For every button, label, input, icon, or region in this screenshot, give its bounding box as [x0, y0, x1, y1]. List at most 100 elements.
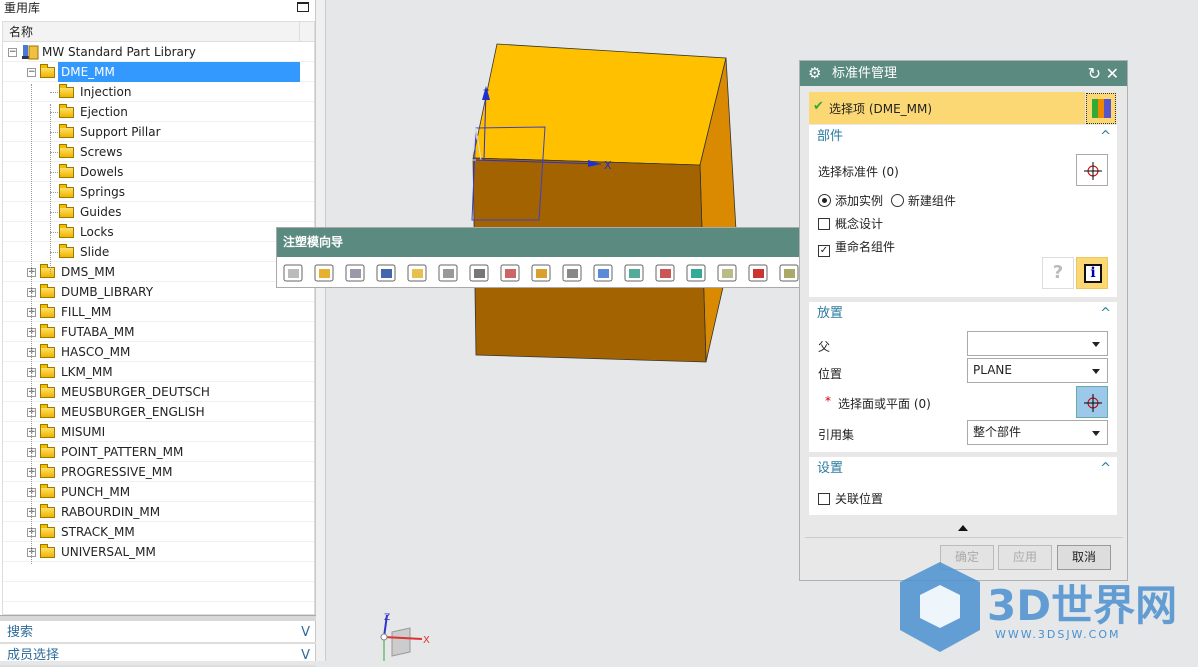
- collapse-icon[interactable]: −: [27, 68, 36, 77]
- watermark-logo: 3D世界网 WWW.3DSJW.COM: [895, 560, 1195, 660]
- radio-add-instance[interactable]: 添加实例: [818, 194, 883, 208]
- select-item-label: 选择项 (DME_MM): [829, 102, 933, 116]
- mold-wizard-toolbar: 注塑模向导: [276, 227, 830, 288]
- parent-label: 父: [818, 340, 831, 354]
- panel-separator[interactable]: [316, 0, 326, 661]
- select-face-label: 选择面或平面 (0): [838, 397, 931, 411]
- tree-item-hasco-mm[interactable]: + HASCO_MM: [3, 342, 314, 362]
- required-mark: *: [825, 394, 831, 408]
- reuse-library-panel: 重用库 名称 − MW Standard Part Library − DME_MM I…: [0, 0, 316, 667]
- section-title: 部件: [817, 129, 844, 144]
- search-section[interactable]: 搜索 V: [0, 622, 316, 644]
- select-standard-label: 选择标准件 (0): [818, 165, 899, 179]
- tree-item-futaba-mm[interactable]: + FUTABA_MM: [3, 322, 314, 342]
- search-section-label: 搜索: [7, 625, 34, 640]
- sub-insert-icon[interactable]: [715, 261, 740, 285]
- folder-icon: [59, 224, 74, 238]
- section-title: 放置: [817, 306, 844, 321]
- empty-row: [3, 562, 314, 582]
- column-header-name[interactable]: 名称: [3, 22, 314, 42]
- tree-item-punch-mm[interactable]: + PUNCH_MM: [3, 482, 314, 502]
- part-section: 部件 ^ 选择标准件 (0) 添加实例 新建组件 概念设计 ✓ 重命名组件 ? i: [809, 125, 1117, 297]
- assoc-position-checkbox[interactable]: 关联位置: [818, 490, 883, 507]
- folder-icon: [40, 264, 55, 278]
- standard-part-management-dialog: ⚙ 标准件管理 ↻ ✕ ✔ 选择项 (DME_MM) 部件 ^ 选择标准件 (0)…: [799, 60, 1128, 581]
- tree-item-meusburger-deutsch[interactable]: + MEUSBURGER_DEUTSCH: [3, 382, 314, 402]
- tree-item-misumi[interactable]: + MISUMI: [3, 422, 314, 442]
- tree-item-dumb-library[interactable]: + DUMB_LIBRARY: [3, 282, 314, 302]
- folder-icon: [59, 164, 74, 178]
- dialog-title: 标准件管理: [832, 66, 898, 81]
- library-tree: 名称 − MW Standard Part Library − DME_MM Injec…: [2, 21, 315, 615]
- close-icon[interactable]: ✕: [1106, 61, 1119, 86]
- tree-item-universal-mm[interactable]: + UNIVERSAL_MM: [3, 542, 314, 562]
- tree-item-meusburger-english[interactable]: + MEUSBURGER_ENGLISH: [3, 402, 314, 422]
- cavity-layout-icon[interactable]: [436, 261, 461, 285]
- help-icon[interactable]: ?: [1042, 257, 1074, 289]
- crosshair-icon: [1084, 162, 1102, 180]
- ejector-pin-icon[interactable]: [653, 261, 678, 285]
- tree-item-point-pattern-mm[interactable]: + POINT_PATTERN_MM: [3, 442, 314, 462]
- slider-icon[interactable]: [684, 261, 709, 285]
- select-standard-button[interactable]: [1076, 154, 1108, 186]
- workpiece-icon[interactable]: [405, 261, 430, 285]
- tree-item-fill-mm[interactable]: + FILL_MM: [3, 302, 314, 322]
- maximize-icon[interactable]: [297, 2, 309, 12]
- folder-icon: [40, 464, 55, 478]
- svg-text:3D世界网: 3D世界网: [987, 581, 1177, 630]
- standard-part-icon[interactable]: [591, 261, 616, 285]
- triad-icon: X Z: [380, 613, 430, 661]
- select-item-row[interactable]: ✔ 选择项 (DME_MM): [809, 92, 1085, 124]
- empty-row: [3, 582, 314, 602]
- info-button[interactable]: i: [1076, 257, 1108, 289]
- toolbar-title[interactable]: 注塑模向导: [277, 228, 799, 257]
- tree-item-lkm-mm[interactable]: + LKM_MM: [3, 362, 314, 382]
- gear-icon[interactable]: ⚙: [808, 61, 821, 86]
- tree-item-strack-mm[interactable]: + STRACK_MM: [3, 522, 314, 542]
- check-icon: ✔: [813, 99, 824, 114]
- library-books-icon[interactable]: [1086, 93, 1116, 124]
- concept-design-checkbox[interactable]: 概念设计: [818, 215, 883, 232]
- tree-item-injection[interactable]: Injection: [3, 82, 314, 102]
- svg-text:WWW.3DSJW.COM: WWW.3DSJW.COM: [995, 628, 1121, 641]
- placement-section-header[interactable]: 放置 ^: [809, 302, 1117, 326]
- parent-dropdown[interactable]: [967, 331, 1108, 356]
- collapse-icon[interactable]: −: [8, 48, 17, 57]
- folder-icon: [59, 124, 74, 138]
- tree-item-root[interactable]: − MW Standard Part Library: [3, 42, 314, 62]
- rename-component-checkbox[interactable]: ✓ 重命名组件: [818, 238, 895, 257]
- settings-section-header[interactable]: 设置 ^: [809, 457, 1117, 481]
- part-section-header[interactable]: 部件 ^: [809, 125, 1117, 149]
- member-select-section[interactable]: 成员选择 V: [0, 645, 316, 667]
- chevron-up-icon: ^: [1100, 461, 1111, 476]
- mold-csys-icon[interactable]: [374, 261, 399, 285]
- splitter[interactable]: [0, 615, 316, 621]
- folder-icon: [40, 304, 55, 318]
- refset-dropdown[interactable]: 整个部件: [967, 420, 1108, 445]
- x-axis-label: X: [423, 635, 430, 646]
- dialog-title-bar[interactable]: ⚙ 标准件管理 ↻ ✕: [800, 61, 1127, 86]
- mold-csys-layout-icon[interactable]: [343, 261, 368, 285]
- reset-icon[interactable]: ↻: [1088, 61, 1101, 86]
- position-dropdown[interactable]: PLANE: [967, 358, 1108, 383]
- mold-base-library-icon[interactable]: [560, 261, 585, 285]
- placement-section: 放置 ^ 父 位置 PLANE * 选择面或平面 (0) 引用集 整个部件: [809, 302, 1117, 452]
- collapse-arrow-icon[interactable]: [958, 525, 968, 531]
- tree-item-progressive-mm[interactable]: + PROGRESSIVE_MM: [3, 462, 314, 482]
- folder-icon: [40, 384, 55, 398]
- mold-tools-icon[interactable]: [498, 261, 523, 285]
- tree-item-rabourdin-mm[interactable]: + RABOURDIN_MM: [3, 502, 314, 522]
- gate-icon[interactable]: [746, 261, 771, 285]
- folder-icon: [59, 244, 74, 258]
- initialize-project-icon[interactable]: [312, 261, 337, 285]
- parting-icon[interactable]: [467, 261, 492, 285]
- folder-icon: [40, 524, 55, 538]
- standard-part-library-icon[interactable]: [622, 261, 647, 285]
- part-family-icon[interactable]: [281, 261, 306, 285]
- select-face-button[interactable]: [1076, 386, 1108, 418]
- empty-row: [3, 602, 314, 614]
- mold-base-icon[interactable]: [529, 261, 554, 285]
- folder-icon: [40, 504, 55, 518]
- tree-item-dme-mm[interactable]: − DME_MM: [3, 62, 314, 82]
- radio-new-component[interactable]: 新建组件: [890, 194, 956, 208]
